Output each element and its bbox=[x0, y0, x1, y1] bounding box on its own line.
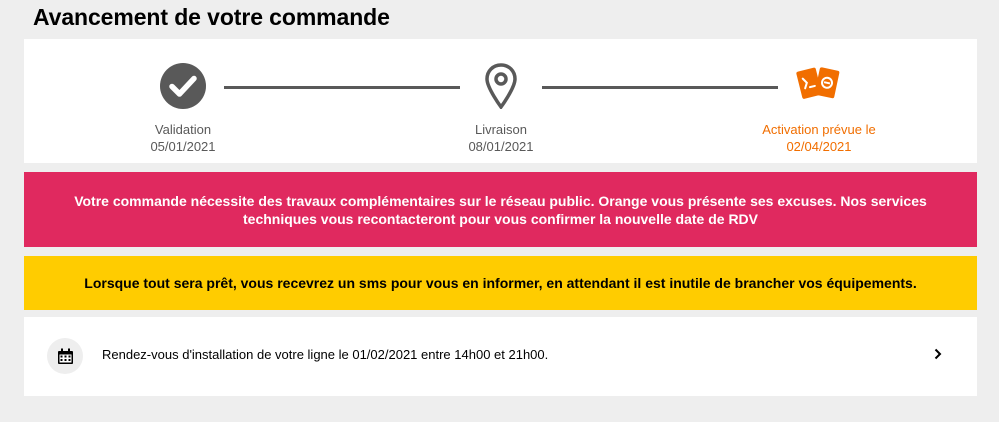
notice-text: Lorsque tout sera prêt, vous recevrez un… bbox=[84, 275, 917, 291]
page-title: Avancement de votre commande bbox=[33, 4, 390, 30]
step-label: Activation prévue le bbox=[762, 122, 876, 137]
step-label: Validation bbox=[154, 122, 212, 137]
alert-text: Votre commande nécessite des travaux com… bbox=[74, 192, 927, 227]
step-connector bbox=[542, 86, 778, 89]
step-label: Livraison bbox=[474, 122, 528, 137]
appointment-text: Rendez-vous d'installation de votre lign… bbox=[102, 347, 549, 362]
step-connector bbox=[224, 86, 460, 89]
order-progress-tracker: Validation 05/01/2021 Livraison 08/01/20… bbox=[24, 39, 977, 163]
step-date: 05/01/2021 bbox=[150, 139, 216, 154]
activation-icon bbox=[795, 63, 843, 108]
step-date: 08/01/2021 bbox=[468, 139, 534, 154]
map-pin-icon bbox=[485, 63, 517, 114]
step-date: 02/04/2021 bbox=[786, 139, 852, 154]
installation-appointment[interactable]: Rendez-vous d'installation de votre lign… bbox=[24, 317, 977, 396]
check-circle-icon bbox=[160, 63, 206, 114]
public-works-alert: Votre commande nécessite des travaux com… bbox=[24, 172, 977, 247]
calendar-icon bbox=[47, 338, 83, 374]
chevron-right-icon[interactable] bbox=[931, 347, 945, 361]
ready-notice: Lorsque tout sera prêt, vous recevrez un… bbox=[24, 256, 977, 310]
